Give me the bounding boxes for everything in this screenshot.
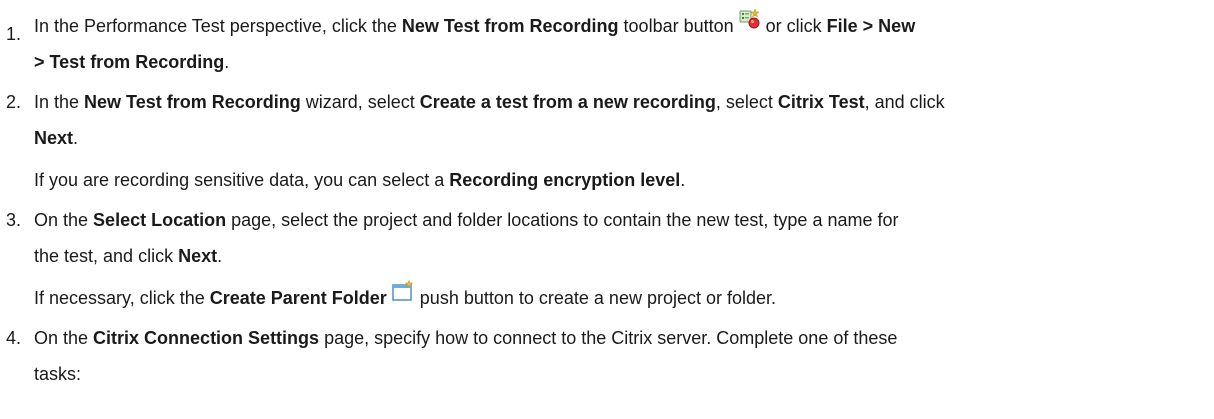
step-1: 1. In the Performance Test perspective, … [0,8,1214,80]
step-number: 1. [6,24,22,44]
step-3-line-1: On the Select Location page, select the … [34,202,1214,238]
ui-term-new-test-from-recording: New Test from Recording [401,16,619,36]
step-text: the test, and click [34,246,179,266]
procedure-steps: 1. In the Performance Test perspective, … [0,8,1214,392]
ui-term-citrix-test: Citrix Test [777,92,865,112]
ui-term-file-new: File > New [826,16,916,36]
step-number: 2. [6,92,22,112]
step-number: 3. [6,210,22,230]
step-text: toolbar button [618,16,739,36]
step-3-line-2: the test, and click Next. [34,238,1214,274]
ui-term-recording-encryption-level: Recording encryption level [449,170,681,190]
ui-term-new-test-from-recording: New Test from Recording [84,92,301,112]
step-text: . [224,52,230,72]
step-number: 4. [6,328,22,348]
step-2-note: If you are recording sensitive data, you… [34,162,1214,198]
ui-term-next: Next [178,246,218,266]
note-text: If necessary, click the [34,288,210,308]
step-3-note: If necessary, click the Create Parent Fo… [34,280,1214,316]
new-test-from-recording-icon [739,6,761,42]
step-text: . [217,246,223,266]
ui-term-select-location: Select Location [93,210,227,230]
step-4-line-1: On the Citrix Connection Settings page, … [34,320,1214,356]
step-1-line-2: > Test from Recording. [34,44,1214,80]
step-text: . [73,128,79,148]
ui-term-create-test-from-new-recording: Create a test from a new recording [419,92,716,112]
ui-term-create-parent-folder: Create Parent Folder [209,288,387,308]
step-text: , select [715,92,778,112]
step-4-line-2: tasks: [34,356,1214,392]
step-2: 2. In the New Test from Recording wizard… [0,84,1214,198]
ui-term-next: Next [34,128,74,148]
step-text: tasks: [34,364,82,384]
step-2-line-2: Next. [34,120,1214,156]
step-4: 4. On the Citrix Connection Settings pag… [0,320,1214,392]
step-2-line-1: In the New Test from Recording wizard, s… [34,84,1214,120]
step-text: In the [34,92,85,112]
step-3: 3. On the Select Location page, select t… [0,202,1214,316]
step-text: page, select the project and folder loca… [226,210,899,230]
step-1-line-1: In the Performance Test perspective, cli… [34,8,1214,44]
create-parent-folder-icon [391,278,415,314]
step-text: wizard, select [300,92,420,112]
ui-term-citrix-connection-settings: Citrix Connection Settings [93,328,320,348]
step-text: In the Performance Test perspective, cli… [34,16,402,36]
step-text: On the [34,328,94,348]
step-text: , and click [864,92,945,112]
step-text: On the [34,210,94,230]
note-text: . [680,170,686,190]
step-text: page, specify how to connect to the Citr… [319,328,898,348]
note-text: If you are recording sensitive data, you… [34,170,450,190]
step-text: or click [760,16,827,36]
note-text: push button to create a new project or f… [414,288,777,308]
ui-term-test-from-recording: > Test from Recording [34,52,225,72]
